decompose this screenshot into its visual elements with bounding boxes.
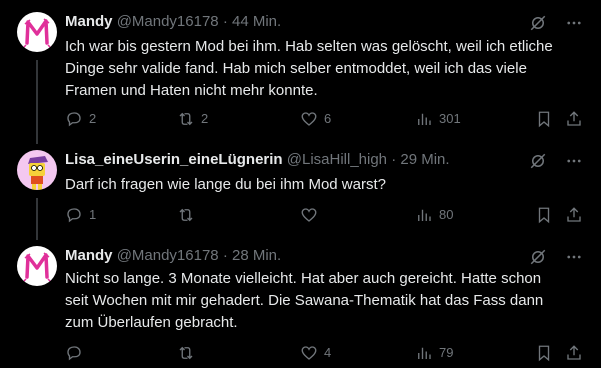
reply-button[interactable]: 2 — [65, 108, 96, 128]
tweet-text: Darf ich fragen wie lange du bei ihm Mod… — [65, 174, 580, 196]
tweet-text: Nicht so lange. 3 Monate vielleicht. Hat… — [65, 268, 580, 334]
lisa-cartoon-icon — [17, 150, 57, 190]
reply-icon — [67, 345, 81, 360]
bookmark-icon[interactable] — [535, 108, 553, 128]
handle[interactable]: @Mandy16178 — [117, 247, 219, 264]
tweet-text-line: Dinge sehr valide fand. Hab mich selber … — [65, 60, 527, 77]
repost-button[interactable] — [177, 204, 201, 224]
mute-icon[interactable] — [529, 152, 547, 175]
more-icon[interactable] — [565, 152, 583, 175]
views-count: 80 — [439, 206, 454, 222]
like-icon — [301, 345, 317, 360]
views-count: 301 — [439, 110, 461, 126]
tweet-text-line: zum Überlaufen gebracht. — [65, 314, 238, 331]
like-button[interactable]: 6 — [300, 108, 331, 128]
reply-button[interactable] — [65, 342, 89, 362]
repost-icon — [179, 112, 193, 125]
display-name[interactable]: Lisa_eineUserin_eineLügnerin — [65, 151, 283, 168]
share-icon[interactable] — [565, 204, 583, 224]
tweet-text-line: seit Wochen mit mir gehadert. Die Sawana… — [65, 292, 544, 309]
like-icon — [301, 111, 317, 126]
tweet-text-line: Ich war bis gestern Mod bei ihm. Hab sel… — [65, 38, 553, 55]
views-icon — [418, 347, 431, 359]
bookmark-icon[interactable] — [535, 342, 553, 362]
tweet-text-line: Nicht so lange. 3 Monate vielleicht. Hat… — [65, 270, 542, 287]
tweet-text-line: Framen und Haten nicht mehr konnte. — [65, 82, 318, 99]
like-count: 4 — [324, 344, 332, 360]
reply-icon — [67, 207, 81, 222]
avatar[interactable] — [17, 150, 57, 190]
views-count: 79 — [439, 344, 454, 360]
tweet-text-line: Darf ich fragen wie lange du bei ihm Mod… — [65, 176, 386, 193]
bookmark-icon[interactable] — [535, 204, 553, 224]
views-icon — [418, 209, 431, 221]
views-button[interactable]: 301 — [415, 108, 461, 128]
timestamp[interactable]: · 28 Min. — [223, 247, 281, 264]
reply-button[interactable]: 1 — [65, 204, 96, 224]
mandy-logo-icon — [17, 246, 57, 286]
like-icon — [301, 207, 317, 222]
reply-count: 2 — [89, 110, 97, 126]
repost-button[interactable]: 2 — [177, 108, 208, 128]
views-icon — [418, 113, 431, 125]
reply-icon — [67, 111, 81, 126]
repost-count: 2 — [201, 110, 209, 126]
more-icon[interactable] — [565, 14, 583, 37]
reply-count: 1 — [89, 206, 97, 222]
timestamp[interactable]: · 29 Min. — [391, 151, 449, 168]
avatar[interactable] — [17, 246, 57, 286]
tweet[interactable]: Lisa_eineUserin_eineLügnerin @LisaHill_h… — [0, 150, 601, 230]
repost-icon — [179, 208, 193, 221]
timestamp[interactable]: · 44 Min. — [223, 13, 281, 30]
mandy-logo-icon — [17, 12, 57, 52]
like-count: 6 — [324, 110, 332, 126]
tweet[interactable]: Mandy @Mandy16178 · 44 Min. Ich war bis … — [0, 12, 601, 132]
display-name[interactable]: Mandy — [65, 247, 113, 264]
handle[interactable]: @Mandy16178 — [117, 13, 219, 30]
display-name[interactable]: Mandy — [65, 13, 113, 30]
share-icon[interactable] — [565, 342, 583, 362]
like-button[interactable] — [300, 204, 324, 224]
repost-icon — [179, 346, 193, 359]
avatar[interactable] — [17, 12, 57, 52]
mute-icon[interactable] — [529, 14, 547, 37]
repost-button[interactable] — [177, 342, 201, 362]
tweet[interactable]: Mandy @Mandy16178 · 28 Min. Nicht so lan… — [0, 246, 601, 366]
views-button[interactable]: 80 — [415, 204, 453, 224]
tweet-text: Ich war bis gestern Mod bei ihm. Hab sel… — [65, 36, 580, 102]
share-icon[interactable] — [565, 108, 583, 128]
handle[interactable]: @LisaHill_high — [287, 151, 387, 168]
views-button[interactable]: 79 — [415, 342, 453, 362]
like-button[interactable]: 4 — [300, 342, 331, 362]
